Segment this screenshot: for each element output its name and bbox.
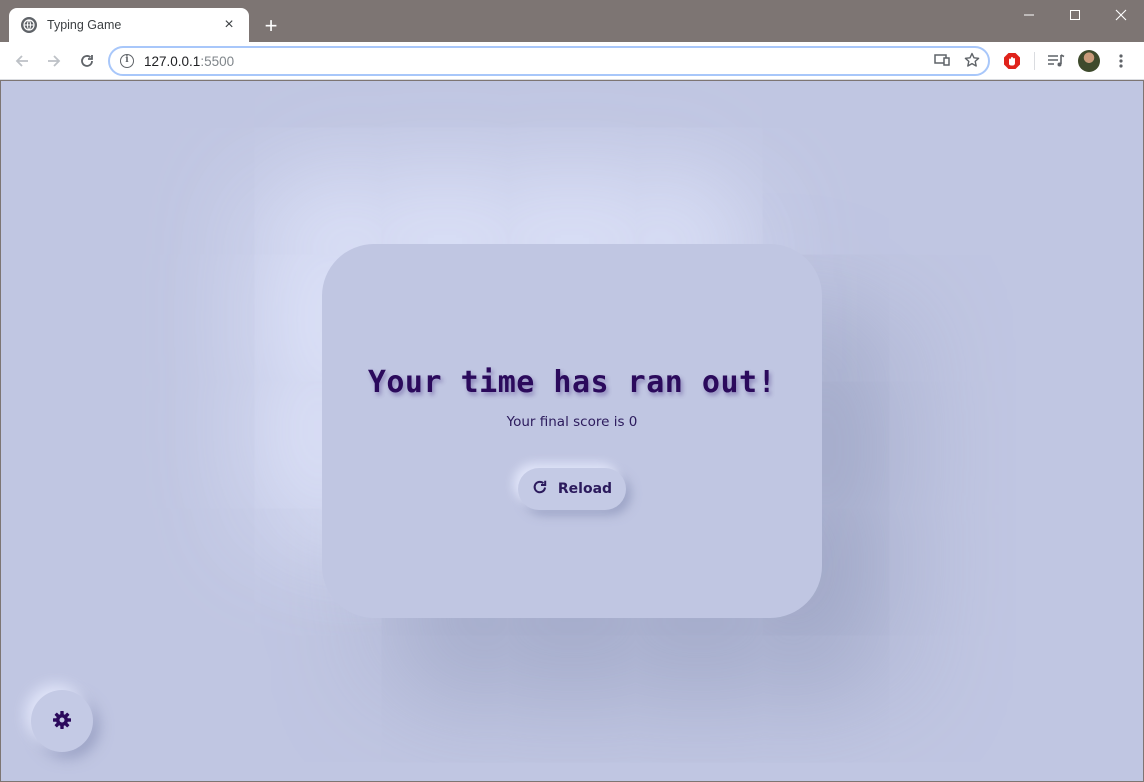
more-menu-icon[interactable] (1110, 50, 1132, 72)
settings-button[interactable] (31, 690, 93, 752)
window-close-icon[interactable] (1098, 0, 1144, 30)
url-host: 127.0.0.1 (144, 53, 201, 69)
game-over-heading: Your time has ran out! (367, 364, 777, 400)
game-page: Your time has ran out! Your final score … (1, 81, 1143, 781)
game-over-card: Your time has ran out! Your final score … (322, 244, 822, 618)
globe-icon (21, 17, 37, 33)
new-tab-button[interactable]: + (258, 13, 284, 39)
adblock-extension-icon[interactable] (1001, 50, 1023, 72)
refresh-icon[interactable] (75, 49, 99, 73)
cast-icon[interactable] (934, 53, 950, 72)
browser-tab[interactable]: Typing Game × (9, 8, 249, 42)
browser-toolbar: i 127.0.0.1:5500 (0, 42, 1144, 80)
browser-titlebar: Typing Game × + (0, 0, 1144, 42)
reload-button[interactable]: Reload (518, 467, 626, 510)
info-icon[interactable]: i (120, 54, 134, 68)
media-playlist-icon[interactable] (1045, 50, 1067, 72)
reload-icon (532, 479, 548, 498)
minimize-icon[interactable] (1006, 0, 1052, 30)
tab-title: Typing Game (47, 18, 122, 32)
forward-arrow-icon[interactable] (42, 49, 66, 73)
url-port: :5500 (200, 53, 235, 69)
reload-label: Reload (557, 480, 613, 497)
toolbar-separator (1034, 52, 1035, 70)
back-arrow-icon[interactable] (10, 49, 34, 73)
final-score-text: Your final score is 0 (506, 413, 638, 430)
address-bar[interactable]: i 127.0.0.1:5500 (108, 46, 990, 76)
profile-avatar[interactable] (1078, 50, 1100, 72)
maximize-icon[interactable] (1052, 0, 1098, 30)
gear-icon (52, 710, 72, 733)
tab-close-icon[interactable]: × (221, 17, 237, 33)
bookmark-star-icon[interactable] (964, 52, 980, 73)
